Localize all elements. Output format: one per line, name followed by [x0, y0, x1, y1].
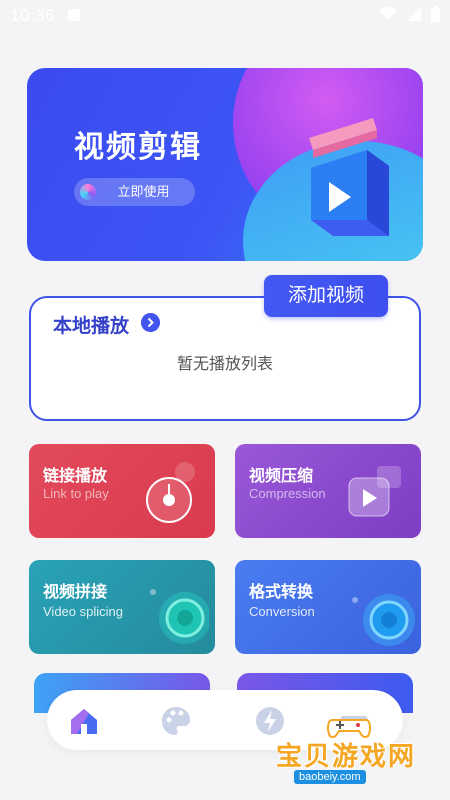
status-icons [379, 6, 440, 22]
use-now-button[interactable]: 立即使用 [74, 178, 195, 206]
clapperboard-icon [309, 118, 389, 236]
tile-title: 视频拼接 [43, 584, 108, 601]
status-bar: 10:36 [0, 0, 450, 32]
local-playback-title[interactable]: 本地播放 [53, 311, 129, 338]
hero-banner[interactable]: 视频剪辑 立即使用 [27, 68, 423, 261]
wifi-icon [379, 7, 397, 20]
watermark-text: 宝贝游戏网 [276, 741, 417, 771]
conversion-icon [352, 594, 415, 646]
watermark: 宝贝游戏网 baobeiy.com [276, 708, 446, 792]
palette-icon[interactable] [159, 704, 193, 738]
logo-icon [80, 184, 96, 200]
hero-title: 视频剪辑 [74, 131, 202, 164]
status-time: 10:36 [10, 6, 56, 25]
tile-video-splicing[interactable]: 视频拼接 Video splicing [29, 560, 215, 654]
battery-icon [431, 6, 440, 22]
tile-subtitle: Link to play [43, 486, 109, 501]
compression-icon [348, 466, 401, 517]
tile-subtitle: Compression [249, 486, 326, 501]
tile-link-play[interactable]: 链接播放 Link to play [29, 444, 215, 538]
notification-icon [68, 9, 80, 21]
tile-title: 格式转换 [249, 584, 314, 601]
empty-playlist-text: 暂无播放列表 [176, 356, 273, 373]
signal-icon [407, 7, 421, 21]
watermark-url: baobeiy.com [294, 770, 366, 784]
tile-subtitle: Video splicing [43, 604, 123, 619]
add-video-button[interactable]: 添加视频 [264, 275, 388, 317]
tile-title: 视频压缩 [249, 468, 314, 485]
chevron-right-icon[interactable] [141, 313, 160, 332]
tile-conversion[interactable]: 格式转换 Conversion [235, 560, 421, 654]
tile-title: 链接播放 [43, 468, 108, 485]
tile-compression[interactable]: 视频压缩 Compression [235, 444, 421, 538]
splicing-icon [150, 589, 209, 644]
home-icon[interactable] [67, 704, 101, 738]
link-play-icon [146, 462, 195, 523]
use-now-label: 立即使用 [117, 184, 170, 199]
tile-subtitle: Conversion [249, 604, 315, 619]
